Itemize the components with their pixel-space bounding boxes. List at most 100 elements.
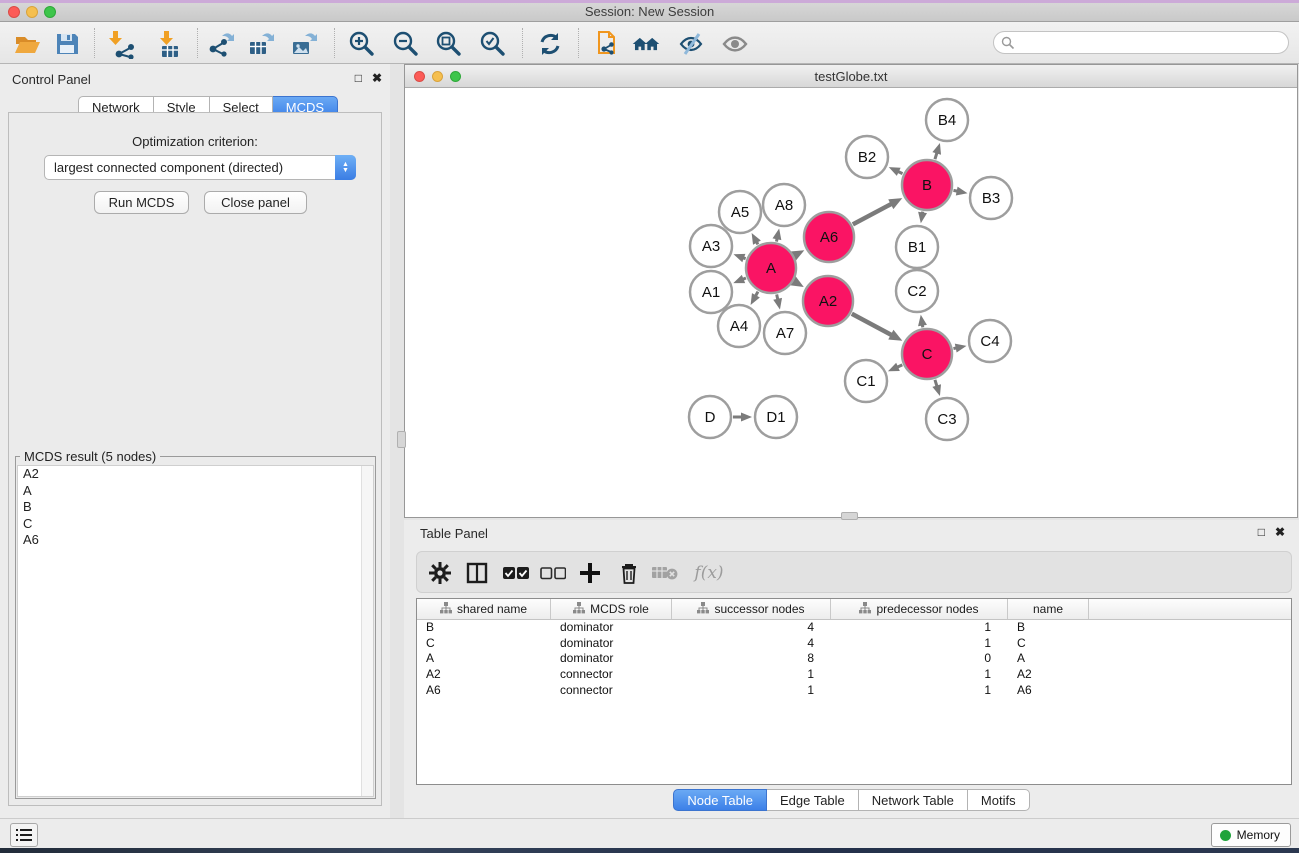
table-cell[interactable]: C [417, 636, 551, 652]
table-row[interactable]: A6connector11A6 [417, 683, 1291, 699]
network-graph[interactable]: B4B2BB3A8A5A6A3B1AA1C2A2A4A7C4CC1DD1C3 [405, 88, 1297, 517]
import-table-icon[interactable] [152, 29, 182, 59]
close-panel-button[interactable]: Close panel [204, 191, 307, 214]
memory-button[interactable]: Memory [1211, 823, 1291, 847]
table-cell[interactable]: 0 [831, 651, 1008, 667]
zoom-out-icon[interactable] [391, 29, 421, 59]
table-tabs: Node Table Edge Table Network Table Moti… [404, 789, 1299, 811]
network-canvas[interactable]: B4B2BB3A8A5A6A3B1AA1C2A2A4A7C4CC1DD1C3 [405, 88, 1297, 517]
open-file-icon[interactable] [12, 29, 42, 59]
app-titlebar: Session: New Session [0, 0, 1299, 22]
graph-edge[interactable] [935, 152, 937, 159]
table-cell[interactable]: A6 [1008, 683, 1089, 699]
import-network-icon[interactable] [106, 29, 136, 59]
close-panel-icon[interactable]: ✖ [372, 71, 382, 85]
run-mcds-button[interactable]: Run MCDS [94, 191, 189, 214]
control-panel-title: Control Panel [12, 72, 91, 87]
deselect-all-columns-icon[interactable] [538, 558, 568, 588]
home-neighbors-icon[interactable] [631, 29, 661, 59]
create-column-icon[interactable] [575, 558, 605, 588]
status-bar: Memory [0, 818, 1299, 848]
criterion-dropdown[interactable]: largest connected component (directed) ▲… [44, 155, 356, 180]
table-cell-filler [1089, 667, 1291, 683]
table-cell[interactable]: 1 [831, 636, 1008, 652]
select-all-columns-icon[interactable] [501, 558, 531, 588]
table-cell[interactable]: connector [551, 667, 672, 683]
new-network-from-file-icon[interactable] [592, 29, 622, 59]
table-row[interactable]: A2connector11A2 [417, 667, 1291, 683]
edge-arrowhead [773, 298, 782, 310]
mcds-result-item[interactable]: B [18, 499, 373, 516]
column-header-MCDS-role[interactable]: MCDS role [551, 599, 672, 619]
network-view-window: testGlobe.txt B4B2BB3A8A5A6A3B1AA1C2A2A4… [404, 64, 1298, 518]
zoom-fit-icon[interactable] [434, 29, 464, 59]
table-cell[interactable]: connector [551, 683, 672, 699]
tab-motifs[interactable]: Motifs [968, 789, 1030, 811]
mcds-result-item[interactable]: A6 [18, 532, 373, 549]
table-cell[interactable]: A2 [417, 667, 551, 683]
zoom-selected-icon[interactable] [478, 29, 508, 59]
graph-edge[interactable] [852, 314, 892, 335]
column-header-name[interactable]: name [1008, 599, 1089, 619]
node-label: B [922, 177, 932, 194]
table-settings-gear-icon[interactable] [425, 558, 455, 588]
search-input[interactable] [1015, 36, 1288, 50]
tab-edge-table[interactable]: Edge Table [767, 789, 859, 811]
zoom-in-icon[interactable] [347, 29, 377, 59]
table-cell[interactable]: 4 [672, 620, 831, 636]
table-cell[interactable]: 1 [831, 683, 1008, 699]
apply-function-button[interactable]: f(x) [689, 558, 729, 588]
table-cell[interactable]: 4 [672, 636, 831, 652]
shared-column-icon [440, 602, 452, 617]
export-table-icon[interactable] [247, 29, 277, 59]
show-columns-icon[interactable] [462, 558, 492, 588]
table-row[interactable]: Bdominator41B [417, 620, 1291, 636]
save-session-icon[interactable] [52, 29, 82, 59]
mcds-result-list[interactable]: A2ABCA6 [17, 465, 374, 797]
table-cell[interactable]: 8 [672, 651, 831, 667]
mcds-result-item[interactable]: C [18, 516, 373, 533]
list-scrollbar[interactable] [361, 466, 373, 796]
table-cell[interactable]: A2 [1008, 667, 1089, 683]
close-table-panel-icon[interactable]: ✖ [1275, 525, 1285, 539]
table-cell[interactable]: B [1008, 620, 1089, 636]
column-header-successor-nodes[interactable]: successor nodes [672, 599, 831, 619]
tab-network-table[interactable]: Network Table [859, 789, 968, 811]
toolbar-separator [197, 28, 198, 58]
table-cell[interactable]: A [1008, 651, 1089, 667]
show-hide-icon[interactable] [720, 29, 750, 59]
table-cell[interactable]: B [417, 620, 551, 636]
export-image-icon[interactable] [290, 29, 320, 59]
table-cell[interactable]: dominator [551, 651, 672, 667]
edge-arrowhead [932, 384, 941, 396]
tab-node-table[interactable]: Node Table [673, 789, 767, 811]
graph-edge[interactable] [935, 380, 937, 387]
column-header-predecessor-nodes[interactable]: predecessor nodes [831, 599, 1008, 619]
table-cell[interactable]: 1 [672, 667, 831, 683]
refresh-icon[interactable] [535, 29, 565, 59]
mcds-result-item[interactable]: A2 [18, 466, 373, 483]
table-cell[interactable]: C [1008, 636, 1089, 652]
table-row[interactable]: Cdominator41C [417, 636, 1291, 652]
task-history-button[interactable] [10, 823, 38, 847]
mcds-result-item[interactable]: A [18, 483, 373, 500]
table-cell[interactable]: 1 [672, 683, 831, 699]
table-cell[interactable]: A [417, 651, 551, 667]
float-panel-icon[interactable]: □ [355, 71, 362, 85]
table-cell[interactable]: 1 [831, 620, 1008, 636]
delete-table-icon[interactable] [650, 558, 680, 588]
table-cell[interactable]: dominator [551, 636, 672, 652]
table-cell[interactable]: A6 [417, 683, 551, 699]
delete-column-icon[interactable] [614, 558, 644, 588]
search-field[interactable] [993, 31, 1289, 54]
float-table-panel-icon[interactable]: □ [1258, 525, 1265, 539]
vertical-splitter-handle[interactable] [397, 431, 406, 448]
table-row[interactable]: Adominator80A [417, 651, 1291, 667]
table-cell[interactable]: dominator [551, 620, 672, 636]
table-cell[interactable]: 1 [831, 667, 1008, 683]
graph-edge[interactable] [853, 204, 892, 225]
style-visibility-icon[interactable] [676, 29, 706, 59]
export-network-icon[interactable] [206, 29, 236, 59]
horizontal-splitter-handle[interactable] [841, 512, 858, 520]
column-header-shared-name[interactable]: shared name [417, 599, 551, 619]
